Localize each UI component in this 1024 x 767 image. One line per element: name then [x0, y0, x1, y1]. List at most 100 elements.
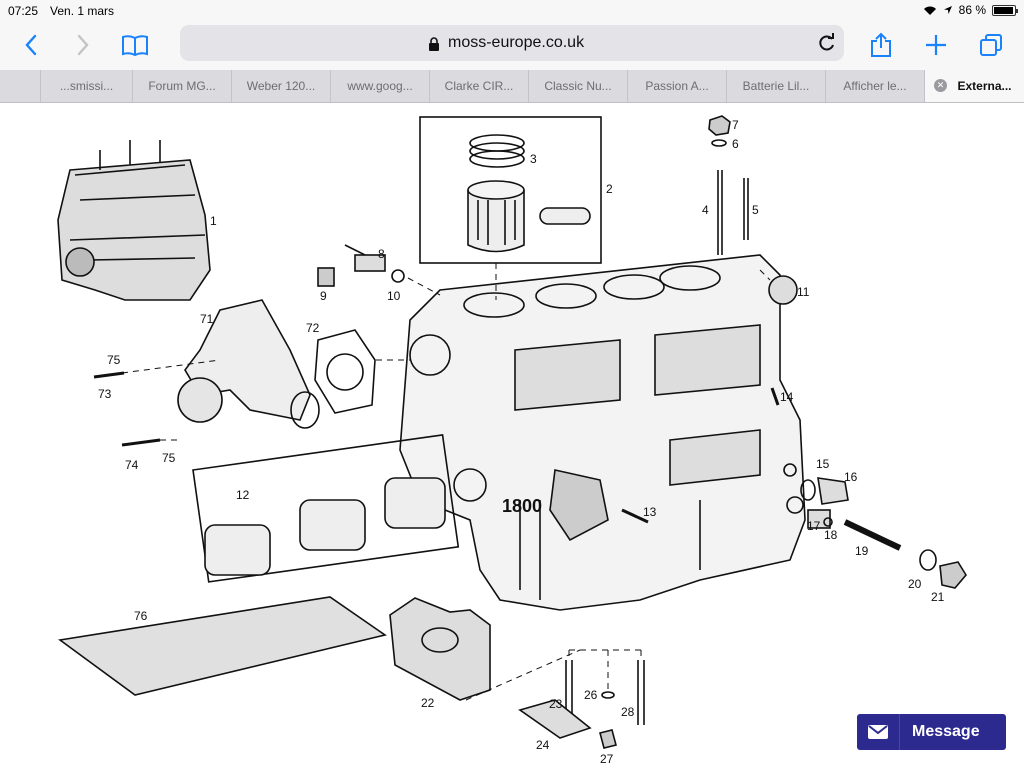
- message-button[interactable]: Message: [857, 714, 1006, 750]
- tab-label: Forum MG...: [148, 79, 216, 93]
- cap-nut-21-drawing: [939, 561, 967, 589]
- part-label: 4: [702, 203, 709, 217]
- part-label: 21: [931, 590, 945, 604]
- tab-0[interactable]: ...smissi...: [40, 70, 132, 102]
- status-right: 86 %: [923, 3, 1018, 17]
- chevron-right-icon: [77, 34, 89, 56]
- chevron-left-icon: [25, 34, 37, 56]
- tab-4[interactable]: Clarke CIR...: [429, 70, 528, 102]
- part-label: 11: [797, 285, 810, 299]
- part-label: 23: [549, 697, 563, 711]
- washer-6-drawing: [711, 139, 727, 147]
- tab-label: Passion A...: [645, 79, 709, 93]
- tab-2[interactable]: Weber 120...: [231, 70, 330, 102]
- part-label: 28: [621, 705, 635, 719]
- tab-5[interactable]: Classic Nu...: [528, 70, 627, 102]
- part-label: 73: [98, 387, 112, 401]
- tab-9-active[interactable]: ✕ Externa...: [924, 70, 1024, 102]
- washer-26-drawing: [601, 691, 615, 699]
- part-label: 2: [606, 182, 613, 196]
- part-label: 8: [378, 247, 385, 261]
- part-label: 71: [200, 312, 214, 326]
- share-button[interactable]: [866, 30, 896, 60]
- part-label: 5: [752, 203, 759, 217]
- main-bearing-cap-drawing: [389, 597, 491, 701]
- tabs-icon: [980, 34, 1002, 56]
- tab-label: www.goog...: [347, 79, 413, 93]
- tab-8[interactable]: Afficher le...: [825, 70, 924, 102]
- battery-percent: 86 %: [958, 3, 986, 17]
- bolt-28-drawing: [637, 660, 645, 725]
- close-tab-icon[interactable]: ✕: [934, 79, 947, 92]
- tab-6[interactable]: Passion A...: [627, 70, 726, 102]
- tab-label: Clarke CIR...: [444, 79, 514, 93]
- battery-fill: [994, 6, 1013, 14]
- part-label: 16: [844, 470, 858, 484]
- gudgeon-pin-drawing: [539, 207, 591, 225]
- part-label: 10: [387, 289, 401, 303]
- message-button-label: Message: [912, 723, 980, 740]
- part-label: 3: [530, 152, 537, 166]
- new-tab-button[interactable]: [921, 30, 951, 60]
- part-label: 13: [643, 505, 657, 519]
- tab-label: Weber 120...: [246, 79, 316, 93]
- gasket-72-hole: [326, 353, 364, 391]
- part-label: 6: [732, 137, 739, 151]
- status-bar: 07:25 Ven. 1 mars 86 %: [0, 0, 1024, 22]
- url-text: moss-europe.co.uk: [448, 34, 585, 51]
- part-label: 17: [807, 519, 821, 533]
- forward-button[interactable]: [68, 30, 98, 60]
- part-label: 9: [320, 289, 327, 303]
- part-label: 19: [855, 544, 869, 558]
- piston-drawing: [467, 180, 525, 253]
- part-label: 7: [732, 118, 739, 132]
- engine-parts-diagram: 1800 1 2 3 4 5 6 7 8 9 10 11 12 13 14 15…: [57, 115, 967, 766]
- plus-icon: [926, 35, 946, 55]
- tab-label: Classic Nu...: [544, 79, 612, 93]
- part-label: 76: [134, 609, 148, 623]
- tab-1[interactable]: Forum MG...: [132, 70, 231, 102]
- status-time: 07:25: [8, 4, 39, 18]
- part-label: 1: [210, 214, 217, 228]
- location-icon: [943, 6, 952, 14]
- address-bar[interactable]: moss-europe.co.uk: [180, 25, 844, 61]
- share-icon: [871, 32, 891, 57]
- page-content: 1800 1 2 3 4 5 6 7 8 9 10 11 12 13 14 15…: [0, 103, 1024, 767]
- piston-rings-drawing: [469, 134, 525, 168]
- stud-5-drawing: [743, 178, 749, 240]
- tab-label: ...smissi...: [59, 79, 114, 93]
- part-label: 20: [908, 577, 922, 591]
- stud-4-drawing: [717, 170, 723, 255]
- cylinder-block-drawing: [399, 254, 806, 611]
- tab-3[interactable]: www.goog...: [330, 70, 429, 102]
- browser-toolbar: moss-europe.co.uk: [0, 22, 1024, 70]
- block-marking: 1800: [502, 496, 542, 516]
- tabs-overview-button[interactable]: [976, 30, 1006, 60]
- mail-icon: [857, 714, 900, 750]
- bookmarks-button[interactable]: [120, 30, 150, 60]
- battery-icon: [992, 4, 1018, 16]
- part-label: 26: [584, 688, 598, 702]
- part-label: 27: [600, 752, 614, 766]
- part-label: 12: [236, 488, 250, 502]
- engine-assembly-drawing: [57, 140, 211, 301]
- sump-gasket-76-drawing: [57, 596, 387, 696]
- spring-19-drawing: [843, 519, 902, 551]
- back-button[interactable]: [16, 30, 46, 60]
- part-label: 22: [421, 696, 435, 710]
- part-label: 18: [824, 528, 838, 542]
- nut-27-drawing: [599, 729, 617, 749]
- part-label: 75: [162, 451, 176, 465]
- part-label: 14: [780, 390, 794, 404]
- gasket-72-drawing: [314, 329, 376, 414]
- part-label: 72: [306, 321, 320, 335]
- tab-label: Afficher le...: [843, 79, 907, 93]
- tab-7[interactable]: Batterie Lil...: [726, 70, 825, 102]
- wifi-icon: [923, 6, 936, 15]
- status-date: Ven. 1 mars: [50, 4, 115, 18]
- part-label: 75: [107, 353, 121, 367]
- washer-20-drawing: [919, 549, 937, 571]
- reload-icon[interactable]: [816, 32, 838, 54]
- part-label: 74: [125, 458, 139, 472]
- tab-bar: ...smissi... Forum MG... Weber 120... ww…: [0, 70, 1024, 103]
